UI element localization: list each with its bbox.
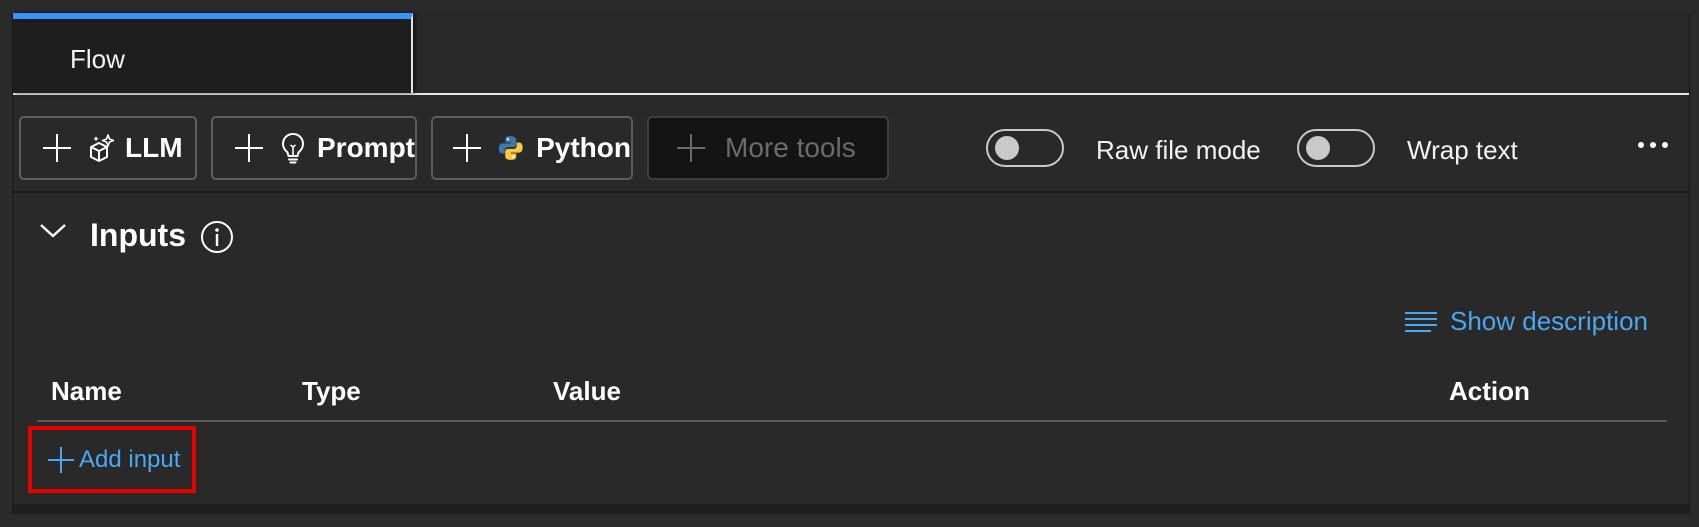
wrap-text-toggle[interactable] bbox=[1297, 129, 1375, 167]
raw-file-mode-toggle[interactable] bbox=[986, 129, 1064, 167]
plus-icon bbox=[48, 446, 74, 473]
plus-icon bbox=[677, 134, 705, 162]
toggle-knob bbox=[1306, 136, 1330, 160]
python-icon bbox=[498, 136, 523, 160]
lightbulb-icon bbox=[281, 132, 305, 164]
column-header-name: Name bbox=[51, 376, 122, 406]
add-input-label: Add input bbox=[79, 445, 181, 473]
info-icon[interactable] bbox=[200, 220, 234, 254]
show-description-button[interactable]: Show description bbox=[1404, 306, 1648, 337]
more-tools-button[interactable]: More tools bbox=[647, 116, 889, 180]
add-python-button[interactable]: Python bbox=[431, 116, 633, 180]
section-title-inputs: Inputs bbox=[90, 217, 186, 253]
column-header-action: Action bbox=[1449, 376, 1530, 406]
flow-editor-panel: Flow LLM Prompt Python More tools Raw fi… bbox=[12, 13, 1690, 514]
tab-strip: Flow bbox=[13, 13, 1689, 95]
ellipsis-icon[interactable] bbox=[1636, 133, 1670, 157]
toolbar: LLM Prompt Python More tools Raw file mo… bbox=[13, 95, 1689, 193]
toggle-knob bbox=[995, 136, 1019, 160]
wrap-text-label: Wrap text bbox=[1407, 135, 1518, 165]
text-lines-icon bbox=[1405, 311, 1437, 332]
raw-file-mode-label: Raw file mode bbox=[1096, 135, 1261, 165]
llm-cube-sparkle-icon bbox=[90, 134, 115, 162]
plus-icon bbox=[235, 134, 263, 162]
add-input-button[interactable]: Add input bbox=[28, 426, 196, 493]
table-divider bbox=[37, 420, 1667, 422]
add-prompt-label: Prompt bbox=[317, 132, 415, 163]
add-python-label: Python bbox=[536, 132, 631, 163]
panel-bottom-edge bbox=[13, 504, 1689, 514]
plus-icon bbox=[453, 134, 481, 162]
more-tools-label: More tools bbox=[725, 132, 856, 163]
tab-flow[interactable]: Flow bbox=[13, 13, 413, 93]
show-description-label: Show description bbox=[1450, 306, 1648, 336]
chevron-down-icon[interactable] bbox=[38, 221, 68, 241]
add-llm-label: LLM bbox=[125, 132, 183, 163]
column-header-type: Type bbox=[302, 376, 361, 406]
add-prompt-button[interactable]: Prompt bbox=[211, 116, 417, 180]
add-llm-button[interactable]: LLM bbox=[19, 116, 197, 180]
column-header-value: Value bbox=[553, 376, 621, 406]
tab-flow-label: Flow bbox=[70, 44, 125, 74]
plus-icon bbox=[43, 134, 71, 162]
